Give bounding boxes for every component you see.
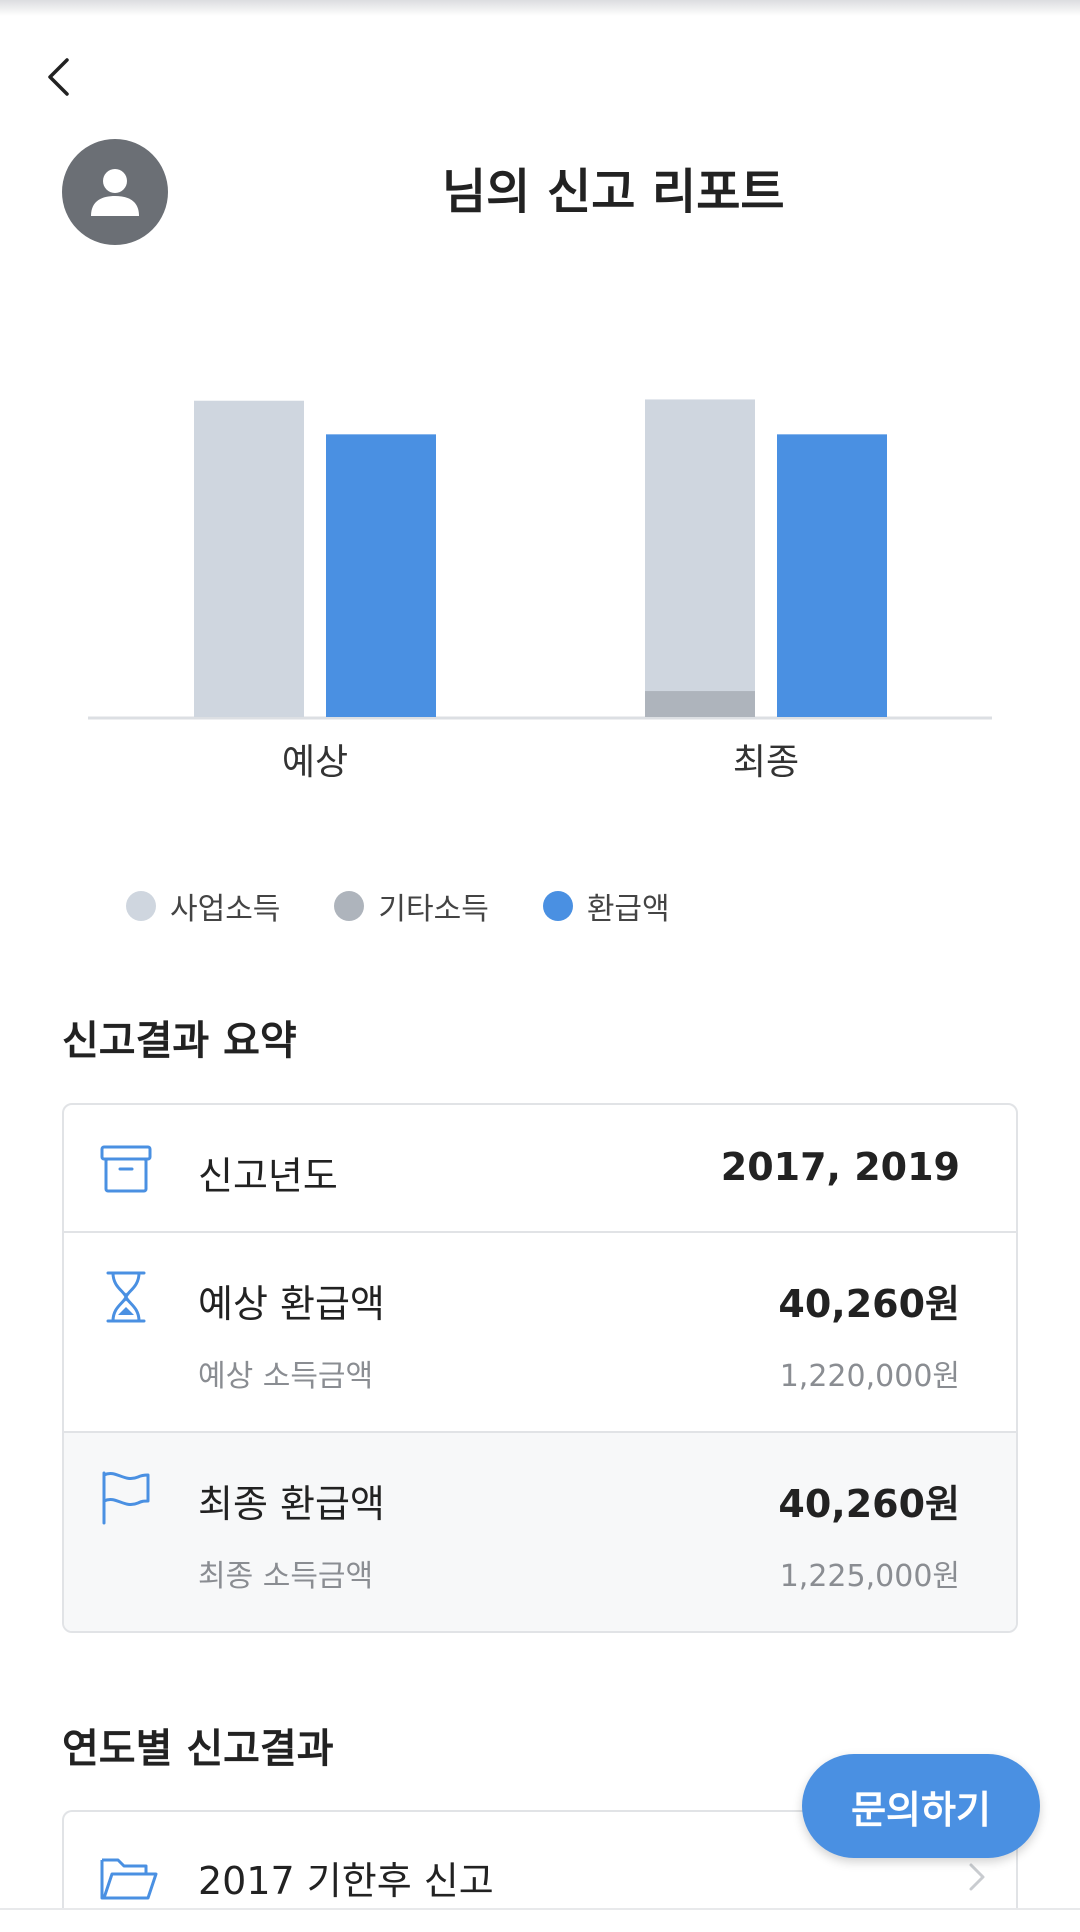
back-button[interactable] [36,52,80,102]
folder-open-icon [100,1858,158,1900]
chart-legend: 사업소득 기타소득 환급액 [126,884,670,928]
legend-item-business-income: 사업소득 [126,884,280,928]
flag-icon [102,1471,150,1525]
yearly-result-label: 2017 기한후 신고 [198,1859,494,1903]
legend-dot [126,891,156,921]
legend-label: 사업소득 [170,892,281,927]
legend-dot [334,891,365,921]
legend-dot [542,891,573,921]
bar-other-income-1 [645,691,755,717]
income-refund-chart: 예상 최종 [0,360,1080,800]
user-icon [91,169,139,216]
category-label-0: 예상 [282,742,348,783]
expected-refund-row: 예상 환급액 40,260원 예상 소득금액 1,220,000원 [64,1233,1016,1433]
report-year-value: 2017, 2019 [720,1145,960,1189]
expected-income-label: 예상 소득금액 [198,1359,374,1394]
category-label-1: 최종 [733,742,799,783]
bar-business-income-1 [645,399,755,717]
legend-item-refund: 환급액 [542,884,670,928]
final-refund-row: 최종 환급액 40,260원 최종 소득금액 1,225,000원 [64,1433,1016,1631]
inquiry-button[interactable]: 문의하기 [802,1754,1040,1858]
avatar [62,139,168,245]
expected-refund-value: 40,260원 [778,1282,960,1326]
legend-label: 환급액 [586,892,670,927]
archive-box-icon [100,1145,152,1193]
bar-refund-0 [326,434,436,717]
redacted-name [192,158,402,228]
final-income-label: 최종 소득금액 [198,1559,374,1594]
final-income-value: 1,225,000원 [779,1559,960,1594]
expected-refund-label: 예상 환급액 [198,1282,385,1326]
summary-card: 신고년도 2017, 2019 예상 환급액 40,260원 예상 소득금액 1… [62,1103,1018,1633]
legend-label: 기타소득 [378,892,489,927]
expected-income-value: 1,220,000원 [779,1359,960,1394]
summary-section-title: 신고결과 요약 [62,1018,297,1064]
final-refund-value: 40,260원 [778,1482,960,1526]
chevron-right-icon [969,1863,985,1891]
report-year-row: 신고년도 2017, 2019 [64,1105,1016,1233]
bar-business-income-0 [194,400,304,717]
chevron-left-icon [48,58,69,96]
report-year-label: 신고년도 [198,1154,338,1198]
legend-item-other-income: 기타소득 [334,884,489,928]
bottom-edge [0,1908,1080,1932]
report-header: 님의 신고 리포트 [62,138,785,246]
hourglass-icon [106,1271,146,1323]
status-bar-shadow [0,0,1080,16]
yearly-section-title: 연도별 신고결과 [62,1726,334,1772]
bar-refund-1 [777,434,887,717]
page-title: 님의 신고 리포트 [442,164,785,220]
final-refund-label: 최종 환급액 [198,1482,385,1526]
